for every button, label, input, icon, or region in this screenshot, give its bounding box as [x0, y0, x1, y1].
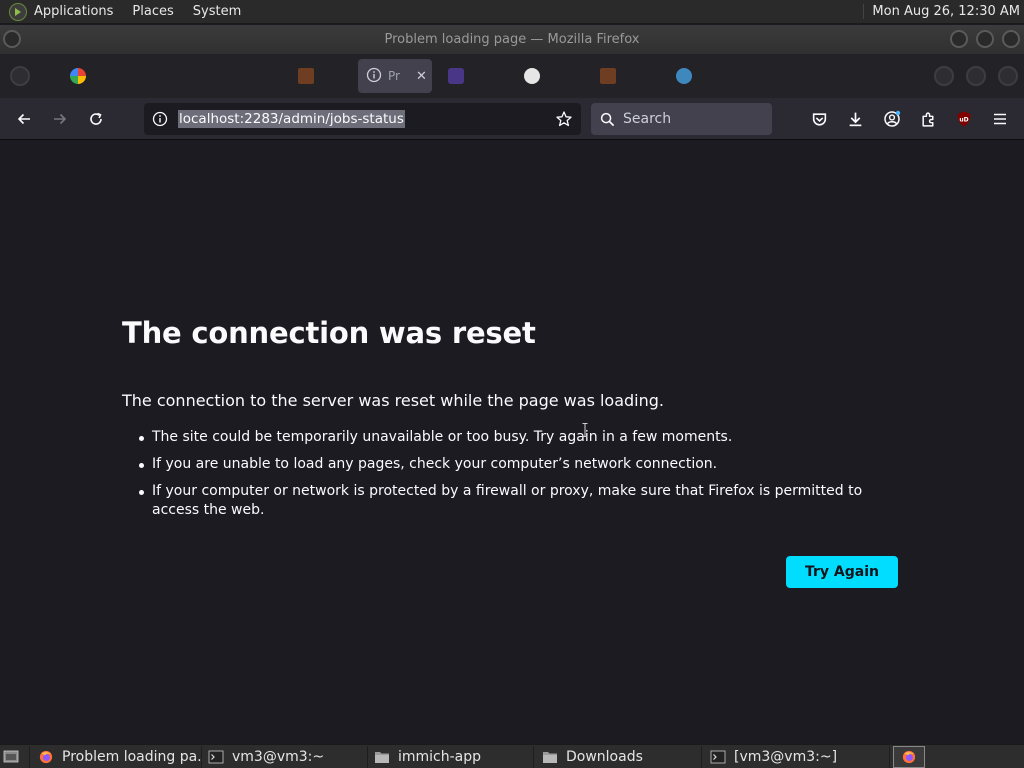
navigation-bar: Search uD: [0, 98, 1024, 140]
tab-9[interactable]: [660, 59, 736, 93]
tab-10[interactable]: [736, 59, 812, 93]
site-favicon-icon: [298, 68, 314, 84]
account-button[interactable]: [879, 106, 905, 132]
error-suggestions-list: The site could be temporarily unavailabl…: [137, 428, 907, 528]
taskbar-item-folder[interactable]: Downloads: [536, 746, 702, 768]
terminal-icon: [208, 750, 224, 764]
workspace-switcher[interactable]: [893, 746, 925, 768]
window-titlebar[interactable]: Problem loading page — Mozilla Firefox: [0, 25, 1024, 54]
search-placeholder: Search: [623, 111, 672, 127]
back-arrow-icon: [17, 113, 30, 125]
search-icon: [600, 112, 615, 127]
list-item: The site could be temporarily unavailabl…: [137, 428, 907, 447]
site-favicon-icon: [676, 68, 692, 84]
taskbar-item-firefox[interactable]: Problem loading pa...: [32, 746, 202, 768]
search-bar[interactable]: Search: [591, 103, 772, 135]
tab-active[interactable]: Pr ✕: [358, 59, 432, 93]
taskbar-item-terminal[interactable]: [vm3@vm3:~]: [704, 746, 890, 768]
taskbar-item-label: vm3@vm3:~: [232, 749, 325, 765]
terminal-icon: [710, 750, 726, 764]
taskbar: Problem loading pa... vm3@vm3:~ immich-a…: [0, 744, 1024, 768]
ublock-label: uD: [959, 117, 968, 124]
tab-active-label: Pr: [388, 69, 400, 83]
hamburger-menu-icon: [994, 113, 1006, 125]
list-item: If you are unable to load any pages, che…: [137, 455, 907, 474]
site-info-icon[interactable]: [152, 111, 168, 127]
puzzle-icon: [921, 111, 933, 127]
taskbar-item-label: Downloads: [566, 749, 643, 765]
reload-icon: [90, 112, 102, 125]
ublock-shield-icon: uD: [957, 111, 971, 127]
tab-8[interactable]: [584, 59, 660, 93]
taskbar-item-terminal[interactable]: vm3@vm3:~: [202, 746, 368, 768]
strip-button-icon[interactable]: [966, 66, 986, 86]
firefox-view-icon[interactable]: [10, 66, 30, 86]
tab-strip: Pr ✕: [0, 54, 1024, 98]
back-button[interactable]: [11, 106, 37, 132]
info-icon: [366, 67, 382, 86]
menu-applications[interactable]: Applications: [34, 4, 113, 19]
taskbar-item-folder[interactable]: immich-app: [368, 746, 534, 768]
ublock-origin-button[interactable]: uD: [951, 106, 977, 132]
firefox-icon: [39, 750, 53, 764]
close-tab-icon[interactable]: ✕: [416, 69, 427, 84]
download-icon: [849, 112, 861, 126]
taskbar-item-label: [vm3@vm3:~]: [734, 749, 838, 765]
reload-button[interactable]: [83, 106, 109, 132]
minimize-button[interactable]: [950, 30, 968, 48]
google-favicon-icon: [70, 68, 86, 84]
folder-icon: [543, 752, 557, 763]
site-favicon-icon: [600, 68, 616, 84]
forward-arrow-icon: [54, 113, 67, 125]
tab-1[interactable]: [54, 59, 130, 93]
menu-system[interactable]: System: [193, 4, 241, 19]
forward-button[interactable]: [47, 106, 73, 132]
distro-logo-icon[interactable]: [9, 2, 27, 21]
taskbar-item-label: immich-app: [398, 749, 482, 765]
top-panel: Applications Places System Mon Aug 26, 1…: [0, 0, 1024, 24]
show-desktop-button[interactable]: [0, 746, 30, 768]
taskbar-item-label: Problem loading pa...: [62, 749, 202, 765]
show-desktop-icon: [3, 750, 19, 763]
tab-7[interactable]: [508, 59, 584, 93]
maximize-button[interactable]: [976, 30, 994, 48]
pocket-icon: [812, 112, 826, 126]
url-text[interactable]: localhost:2283/admin/jobs-status: [178, 110, 405, 128]
github-icon: [524, 68, 540, 84]
extensions-button[interactable]: [915, 106, 941, 132]
close-window-button[interactable]: [1002, 30, 1020, 48]
tab-3[interactable]: [206, 59, 282, 93]
list-item: If your computer or network is protected…: [137, 482, 907, 520]
tab-2[interactable]: [130, 59, 206, 93]
menu-places[interactable]: Places: [132, 4, 173, 19]
account-icon: [884, 110, 901, 127]
text-cursor-icon: [582, 423, 588, 437]
window-title: Problem loading page — Mozilla Firefox: [384, 32, 640, 47]
firefox-icon: [902, 750, 916, 764]
downloads-button[interactable]: [842, 106, 868, 132]
tab-4[interactable]: [282, 59, 358, 93]
window-menu-icon[interactable]: [3, 30, 21, 48]
try-again-button[interactable]: Try Again: [786, 556, 898, 588]
strip-button-icon[interactable]: [998, 66, 1018, 86]
list-tabs-icon[interactable]: [934, 66, 954, 86]
panel-clock[interactable]: Mon Aug 26, 12:30 AM: [863, 4, 1020, 19]
tab-6[interactable]: [432, 59, 508, 93]
app-menu-button[interactable]: [987, 106, 1013, 132]
bookmark-star-icon[interactable]: [555, 110, 573, 128]
site-favicon-icon: [448, 68, 464, 84]
error-title: The connection was reset: [122, 316, 536, 350]
error-description: The connection to the server was reset w…: [122, 391, 665, 410]
folder-icon: [375, 752, 389, 763]
pocket-button[interactable]: [806, 106, 832, 132]
